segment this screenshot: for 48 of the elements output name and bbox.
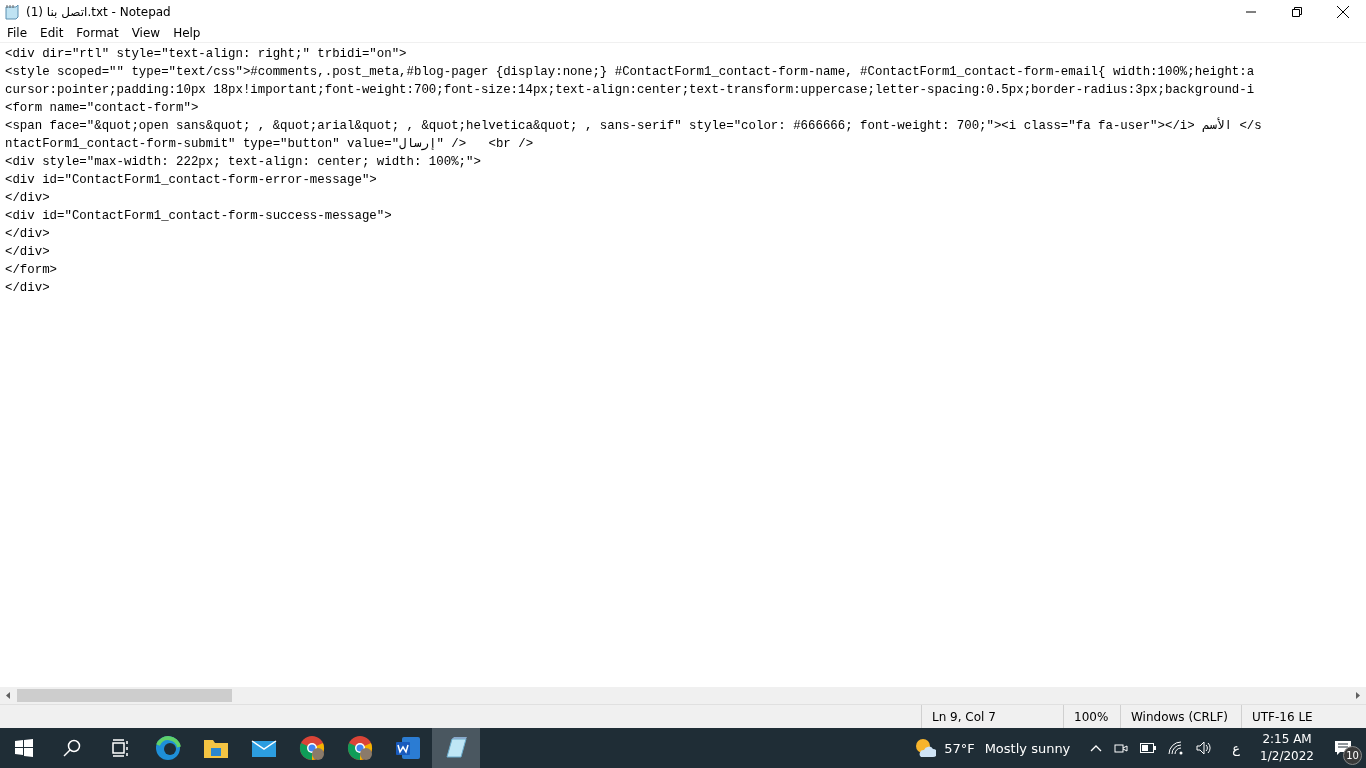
code-line: <form name="contact-form"> (4, 100, 199, 117)
time: 2:15 AM (1262, 731, 1312, 748)
code-line: </div> (4, 190, 50, 207)
envelope-icon (251, 738, 277, 758)
volume-icon[interactable] (1196, 741, 1213, 755)
battery-icon[interactable] (1140, 743, 1157, 753)
notepad-icon (4, 4, 20, 20)
menu-item[interactable]: Help (166, 26, 207, 40)
menu-item[interactable]: View (124, 26, 167, 40)
restore-icon (1292, 7, 1302, 17)
horizontal-scrollbar[interactable] (0, 687, 1366, 704)
window-title: اتصل بنا (1).txt - Notepad (26, 5, 171, 19)
code-line: <span face="&quot;open sans&quot; , &quot;arial&quot; , &quot;helvetica&quot; , sans-serif" style="color: #666666; font-weight: 700;"><i class="fa fa-user"></i> الأسم </s (4, 117, 1262, 135)
clock[interactable]: 2:15 AM 1/2/2022 (1254, 731, 1320, 765)
close-icon (1337, 6, 1349, 18)
code-line: </div> (4, 244, 50, 261)
weather-condition[interactable]: Mostly sunny (984, 740, 1071, 756)
browser-logo-icon (347, 735, 373, 761)
code-line: ntactForm1_contact-form-submit" type="button" value="إرسال" /> <br /> (4, 136, 534, 153)
code-line: <div style="max-width: 222px; text-align: center; width: 100%;"> (4, 154, 481, 171)
code-line: <div id="ContactForm1_contact-form-success-message"> (4, 208, 392, 225)
task-view-icon (111, 739, 129, 757)
code-line: <div id="ContactForm1_contact-form-error-message"> (4, 172, 377, 189)
menu-item[interactable]: Format (69, 26, 125, 40)
chevron-up-icon[interactable] (1090, 744, 1103, 752)
search-icon (63, 739, 81, 757)
menu-item[interactable]: File (0, 26, 34, 40)
folder-icon (203, 737, 229, 759)
weather-icon (914, 738, 937, 758)
code-line: </form> (4, 262, 58, 279)
menu-item[interactable]: Edit (33, 26, 70, 40)
browser-logo-icon (155, 735, 181, 761)
code-line: </div> (4, 226, 50, 243)
code-line: <style scoped="" type="text/css">#comments,.post_meta,#blog-pager {display:none;} #ContactForm1_contact-form-name, #ContactForm1_contact-form-email{ width:100%;height:a (4, 64, 1255, 81)
windows-logo-icon (15, 739, 33, 757)
code-line: cursor:pointer;padding:10px 18px!important;font-weight:700;font-size:14px;text-align:center;text-transform:uppercase;letter-spacing:0.5px;border-radius:3px;background-i (4, 82, 1255, 99)
date: 1/2/2022 (1260, 748, 1314, 765)
input-language[interactable]: ع (1232, 740, 1241, 756)
word-processor-icon (395, 736, 421, 760)
wifi-icon[interactable] (1168, 741, 1185, 755)
code-line: <div dir="rtl" style="text-align: right;" trbidi="on"> (4, 46, 407, 63)
notification-count: 10 (1343, 746, 1362, 765)
taskbar-app-button[interactable] (432, 728, 480, 768)
code-line: </div> (4, 280, 50, 297)
camera-icon[interactable] (1114, 741, 1129, 755)
notepad-icon (443, 735, 469, 761)
weather-temperature[interactable]: 57°F (944, 740, 975, 756)
browser-logo-icon (299, 735, 325, 761)
